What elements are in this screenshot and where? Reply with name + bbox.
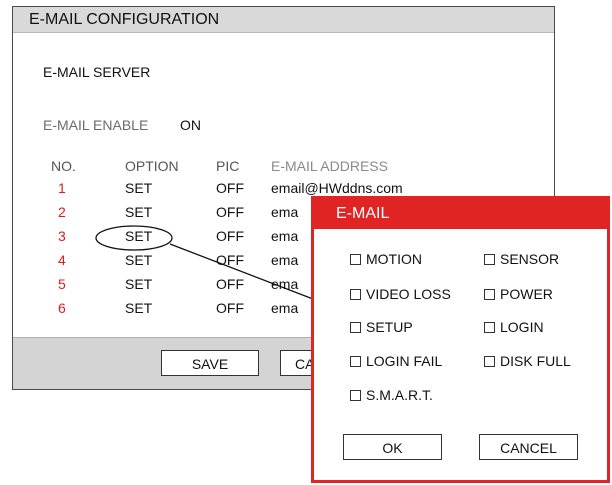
ok-button[interactable]: OK — [343, 434, 442, 460]
checkbox-icon[interactable] — [484, 254, 495, 265]
row-email-address[interactable]: ema — [271, 204, 298, 220]
row-number: 4 — [58, 252, 66, 268]
row-option-set[interactable]: SET — [125, 180, 152, 196]
column-header-no: NO. — [51, 158, 76, 174]
checkbox-icon[interactable] — [350, 356, 361, 367]
login-fail-option[interactable]: LOGIN FAIL — [350, 353, 442, 369]
setup-label: SETUP — [366, 319, 413, 335]
checkbox-icon[interactable] — [350, 289, 361, 300]
row-number: 2 — [58, 204, 66, 220]
setup-option[interactable]: SETUP — [350, 319, 413, 335]
row-email-address[interactable]: email@HWddns.com — [271, 180, 403, 196]
sensor-option[interactable]: SENSOR — [484, 251, 559, 267]
column-header-email-address: E-MAIL ADDRESS — [271, 158, 388, 174]
row-email-address[interactable]: ema — [271, 300, 298, 316]
column-header-option: OPTION — [125, 158, 179, 174]
checkbox-icon[interactable] — [350, 254, 361, 265]
row-option-set[interactable]: SET — [125, 228, 152, 244]
checkbox-icon[interactable] — [484, 322, 495, 333]
disk-full-option[interactable]: DISK FULL — [484, 353, 571, 369]
smart-label: S.M.A.R.T. — [366, 387, 433, 403]
row-option-set[interactable]: SET — [125, 204, 152, 220]
login-label: LOGIN — [500, 319, 544, 335]
popup-cancel-button[interactable]: CANCEL — [479, 434, 578, 460]
email-server-heading: E-MAIL SERVER — [43, 64, 151, 80]
row-number: 3 — [58, 228, 66, 244]
checkbox-icon[interactable] — [484, 289, 495, 300]
column-header-pic: PIC — [216, 158, 240, 174]
row-pic-value[interactable]: OFF — [216, 228, 244, 244]
row-email-address[interactable]: ema — [271, 276, 298, 292]
row-pic-value[interactable]: OFF — [216, 180, 244, 196]
video-loss-label: VIDEO LOSS — [366, 286, 451, 302]
checkbox-icon[interactable] — [350, 322, 361, 333]
login-option[interactable]: LOGIN — [484, 319, 544, 335]
email-event-popup: E-MAIL MOTION SENSOR VIDEO LOSS POWER SE… — [311, 196, 610, 483]
row-pic-value[interactable]: OFF — [216, 276, 244, 292]
popup-title: E-MAIL — [314, 199, 607, 229]
row-option-set[interactable]: SET — [125, 252, 152, 268]
sensor-label: SENSOR — [500, 251, 560, 267]
save-button[interactable]: SAVE — [161, 350, 259, 376]
row-pic-value[interactable]: OFF — [216, 300, 244, 316]
video-loss-option[interactable]: VIDEO LOSS — [350, 286, 451, 302]
motion-label: MOTION — [366, 251, 422, 267]
checkbox-icon[interactable] — [350, 390, 361, 401]
login-fail-label: LOGIN FAIL — [366, 353, 443, 369]
power-option[interactable]: POWER — [484, 286, 553, 302]
row-pic-value[interactable]: OFF — [216, 252, 244, 268]
motion-option[interactable]: MOTION — [350, 251, 422, 267]
email-enable-value[interactable]: ON — [180, 117, 201, 133]
row-number: 1 — [58, 180, 66, 196]
row-number: 6 — [58, 300, 66, 316]
row-email-address[interactable]: ema — [271, 228, 298, 244]
dialog-title: E-MAIL CONFIGURATION — [13, 7, 554, 33]
row-option-set[interactable]: SET — [125, 300, 152, 316]
row-pic-value[interactable]: OFF — [216, 204, 244, 220]
smart-option[interactable]: S.M.A.R.T. — [350, 387, 433, 403]
disk-full-label: DISK FULL — [500, 353, 571, 369]
checkbox-icon[interactable] — [484, 356, 495, 367]
row-option-set[interactable]: SET — [125, 276, 152, 292]
row-number: 5 — [58, 276, 66, 292]
power-label: POWER — [500, 286, 553, 302]
email-enable-label: E-MAIL ENABLE — [43, 117, 149, 133]
row-email-address[interactable]: ema — [271, 252, 298, 268]
